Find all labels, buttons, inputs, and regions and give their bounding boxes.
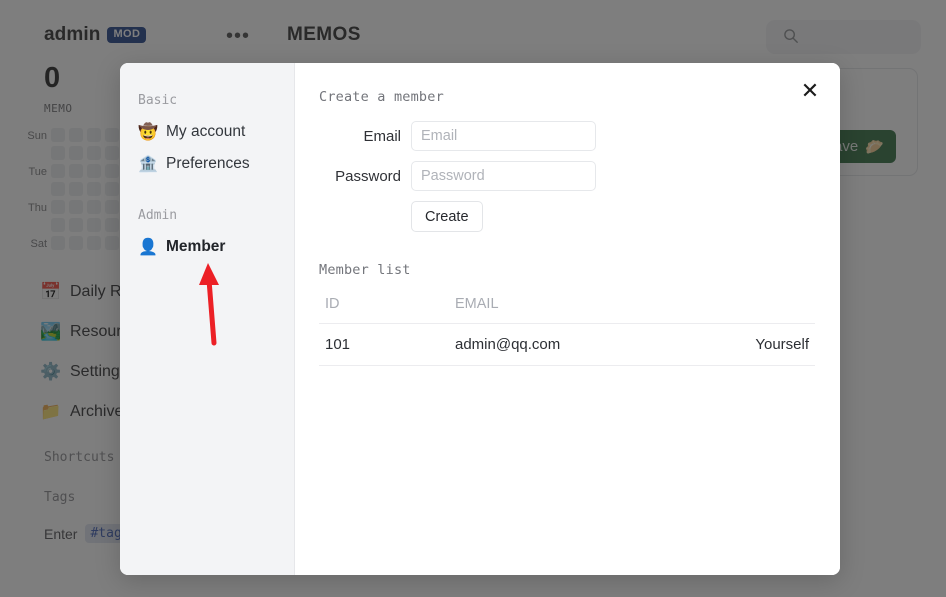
sidebar-item-label: Member [166, 238, 226, 255]
sidebar-item-preferences[interactable]: 🏦 Preferences [120, 148, 294, 180]
password-field[interactable] [411, 161, 596, 191]
dialog-content: ✕ Create a member Email Password Create … [295, 63, 840, 575]
password-row: Password [319, 161, 815, 191]
table-row: 101 admin@qq.com Yourself [319, 323, 815, 366]
bank-building-icon: 🏦 [138, 156, 158, 173]
person-bust-icon: 👤 [138, 239, 158, 256]
create-member-heading: Create a member [319, 89, 444, 105]
email-label: Email [363, 127, 401, 145]
dialog-section-admin: Admin 👤 Member [120, 208, 294, 263]
sidebar-item-my-account[interactable]: 🤠 My account [120, 116, 294, 148]
create-button[interactable]: Create [411, 201, 483, 232]
create-member-form: Email Password Create [319, 121, 815, 232]
dialog-sidebar: Basic 🤠 My account 🏦 Preferences Admin 👤… [120, 63, 295, 575]
sidebar-item-label: Preferences [166, 155, 250, 172]
cell-action: Yourself [729, 323, 815, 366]
column-header-action [729, 296, 815, 324]
dialog-section-label-admin: Admin [138, 208, 178, 223]
member-table: ID EMAIL 101 admin@qq.com Yourself [319, 296, 815, 366]
email-row: Email [319, 121, 815, 151]
create-row: Create [319, 201, 815, 232]
close-icon[interactable]: ✕ [797, 78, 823, 104]
member-table-body: 101 admin@qq.com Yourself [319, 323, 815, 366]
member-table-head: ID EMAIL [319, 296, 815, 324]
sidebar-item-label: My account [166, 123, 246, 140]
dialog-section-basic: Basic 🤠 My account 🏦 Preferences [120, 93, 294, 180]
app-root: admin MOD ••• MEMOS 0 MEMO Sun Tue [0, 0, 946, 597]
cowboy-face-icon: 🤠 [138, 124, 158, 141]
column-header-id: ID [319, 296, 449, 324]
annotation-arrow-icon [198, 258, 238, 348]
cell-id: 101 [319, 323, 449, 366]
column-header-email: EMAIL [449, 296, 729, 324]
member-list-heading: Member list [319, 262, 411, 278]
password-label: Password [335, 167, 401, 185]
email-field[interactable] [411, 121, 596, 151]
dialog-section-label-basic: Basic [138, 93, 178, 108]
sidebar-item-member[interactable]: 👤 Member [120, 231, 294, 263]
settings-dialog: Basic 🤠 My account 🏦 Preferences Admin 👤… [120, 63, 840, 575]
table-header-row: ID EMAIL [319, 296, 815, 324]
cell-email: admin@qq.com [449, 323, 729, 366]
